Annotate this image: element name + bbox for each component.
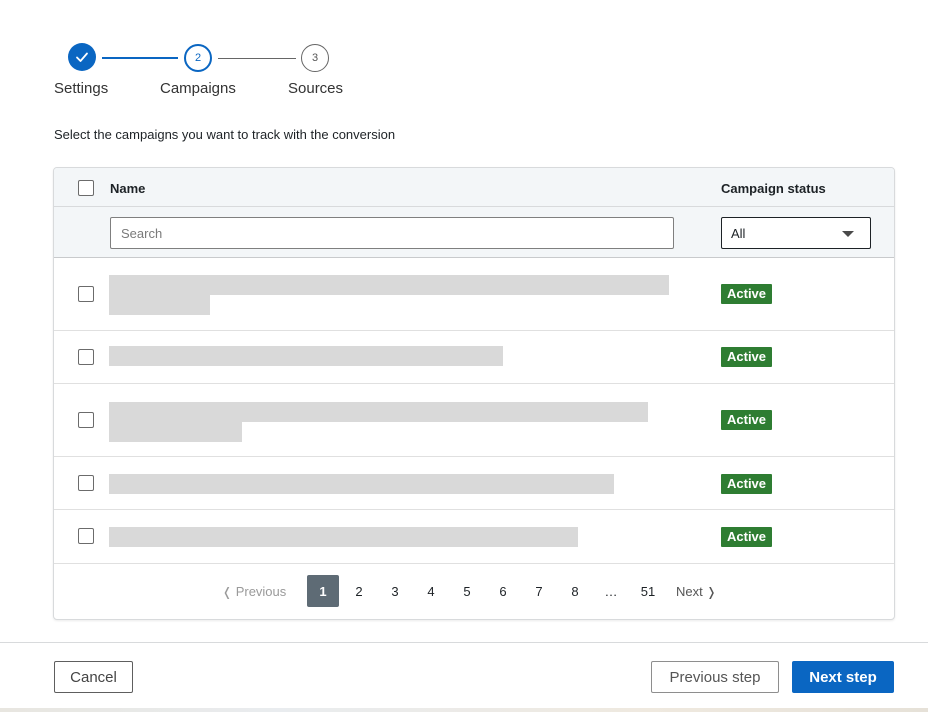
table-row[interactable]: Active xyxy=(54,258,894,331)
chevron-right-icon: ❭ xyxy=(706,585,717,599)
previous-page-label: Previous xyxy=(235,584,287,599)
page-button[interactable]: 3 xyxy=(379,575,411,607)
row-checkbox[interactable] xyxy=(78,349,94,365)
page-button[interactable]: 7 xyxy=(523,575,555,607)
table-row[interactable]: Active xyxy=(54,457,894,510)
stepper: 2 3 Settings Campaigns Sources xyxy=(0,0,400,110)
table-row[interactable]: Active xyxy=(54,331,894,384)
search-input[interactable] xyxy=(110,217,674,249)
page-ellipsis: … xyxy=(604,583,618,599)
select-all-checkbox[interactable] xyxy=(78,180,94,196)
status-badge: Active xyxy=(721,284,773,304)
previous-step-button[interactable]: Previous step xyxy=(651,661,779,693)
row-checkbox[interactable] xyxy=(78,286,94,302)
header-divider xyxy=(54,206,894,207)
page-button[interactable]: 51 xyxy=(632,575,664,607)
instruction-text: Select the campaigns you want to track w… xyxy=(54,127,396,142)
footer-divider xyxy=(0,642,928,643)
table-header: Name Campaign status All xyxy=(54,168,894,258)
campaign-name-placeholder xyxy=(109,402,648,422)
page-button[interactable]: 4 xyxy=(415,575,447,607)
step-sources-label: Sources xyxy=(288,80,344,97)
next-page-label: Next xyxy=(676,584,703,599)
row-checkbox[interactable] xyxy=(78,475,94,491)
previous-page-button[interactable]: ❬ Previous xyxy=(222,584,286,599)
campaign-name-placeholder xyxy=(109,422,242,442)
campaign-name-placeholder xyxy=(109,474,614,494)
next-page-button[interactable]: Next ❭ xyxy=(676,584,716,599)
step-campaigns-indicator: 2 xyxy=(184,44,212,72)
campaign-table: Name Campaign status All Active Active xyxy=(53,167,895,620)
campaign-name-placeholder xyxy=(109,346,503,366)
caret-down-icon xyxy=(842,231,854,237)
status-filter-value: All xyxy=(731,226,746,241)
step-settings-label: Settings xyxy=(54,80,109,97)
step-settings-indicator xyxy=(68,43,96,71)
status-badge: Active xyxy=(721,527,773,547)
chevron-left-icon: ❬ xyxy=(222,585,233,599)
row-checkbox[interactable] xyxy=(78,528,94,544)
status-badge: Active xyxy=(721,410,773,430)
campaign-selection-page: 2 3 Settings Campaigns Sources Select th… xyxy=(0,0,928,712)
column-header-name: Name xyxy=(110,181,146,196)
checkmark-icon xyxy=(76,52,88,62)
pagination: ❬ Previous 1 2 3 4 5 6 7 8 … 51 Next ❭ xyxy=(54,564,894,619)
step-campaigns-label: Campaigns xyxy=(160,80,236,97)
step-connector-1 xyxy=(102,57,178,59)
bottom-edge-strip xyxy=(0,708,928,712)
step-connector-2 xyxy=(218,58,296,59)
next-step-button[interactable]: Next step xyxy=(792,661,894,693)
page-button-current[interactable]: 1 xyxy=(307,575,339,607)
campaign-name-placeholder xyxy=(109,275,669,295)
status-filter-select[interactable]: All xyxy=(721,217,871,249)
table-row[interactable]: Active xyxy=(54,510,894,564)
page-button[interactable]: 2 xyxy=(343,575,375,607)
campaign-name-placeholder xyxy=(109,295,210,315)
campaign-name-placeholder xyxy=(109,527,578,547)
step-sources-indicator: 3 xyxy=(301,44,329,72)
row-checkbox[interactable] xyxy=(78,412,94,428)
page-button[interactable]: 6 xyxy=(487,575,519,607)
page-button[interactable]: 5 xyxy=(451,575,483,607)
status-badge: Active xyxy=(721,347,773,367)
column-header-status: Campaign status xyxy=(721,181,826,196)
table-row[interactable]: Active xyxy=(54,384,894,457)
page-button[interactable]: 8 xyxy=(559,575,591,607)
status-badge: Active xyxy=(721,474,773,494)
cancel-button[interactable]: Cancel xyxy=(54,661,133,693)
